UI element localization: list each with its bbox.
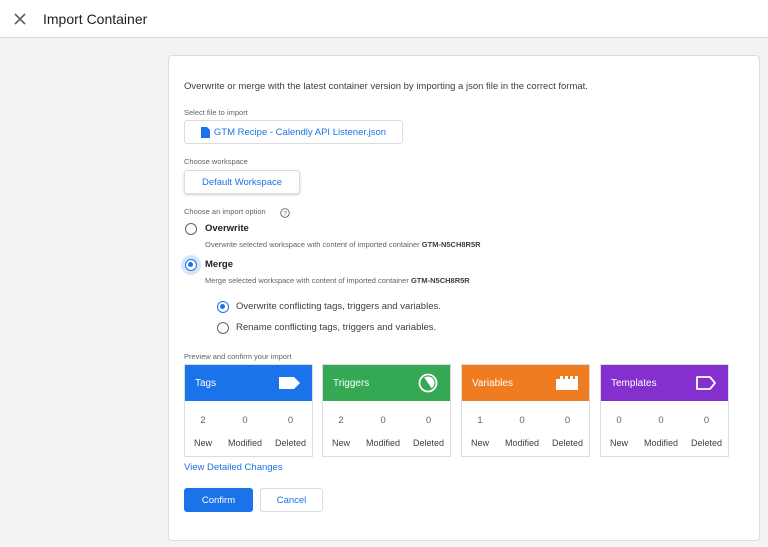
merge-radio[interactable] [185, 259, 197, 271]
rename-conflicts-label: Rename conflicting tags, triggers and va… [236, 322, 437, 333]
modified-label: Modified [643, 438, 678, 448]
close-icon [14, 13, 26, 25]
variables-new-count: 1 [477, 415, 483, 426]
import-card: Overwrite or merge with the latest conta… [168, 55, 760, 541]
svg-text:?: ? [283, 210, 287, 217]
tags-card-header: Tags [185, 365, 312, 401]
rename-conflicts-radio[interactable] [217, 322, 229, 334]
triggers-card-title: Triggers [333, 377, 370, 389]
overwrite-radio[interactable] [185, 223, 197, 235]
templates-deleted-count: 0 [703, 415, 710, 426]
variables-deleted-count: 0 [564, 415, 571, 426]
deleted-label: Deleted [551, 438, 583, 448]
templates-card-header: Templates [601, 365, 728, 401]
overwrite-description: Overwrite selected workspace with conten… [205, 240, 481, 249]
variables-summary-card: Variables 1 New 0 Modified 0 Deleted [461, 364, 590, 457]
new-label: New [609, 438, 628, 448]
trigger-icon [418, 373, 438, 393]
deleted-label: Deleted [412, 438, 444, 448]
tags-summary-card: Tags 2 New 0 Modified 0 Deleted [184, 364, 313, 457]
new-label: New [331, 438, 350, 448]
variables-card-header: Variables [462, 365, 589, 401]
intro-text: Overwrite or merge with the latest conta… [184, 81, 588, 92]
help-icon[interactable]: ? [280, 208, 290, 218]
tags-card-title: Tags [195, 377, 217, 389]
triggers-modified-count: 0 [380, 415, 386, 426]
triggers-summary-card: Triggers 2 New 0 Modified 0 Deleted [322, 364, 451, 457]
deleted-label: Deleted [274, 438, 306, 448]
templates-card-title: Templates [611, 377, 657, 389]
templates-modified-count: 0 [658, 415, 664, 426]
workspace-button[interactable]: Default Workspace [184, 170, 300, 194]
templates-icon [696, 376, 716, 390]
new-label: New [470, 438, 489, 448]
page-title: Import Container [43, 11, 148, 27]
cancel-button[interactable]: Cancel [260, 488, 323, 512]
tags-modified-count: 0 [242, 415, 248, 426]
variables-icon [556, 376, 578, 390]
triggers-deleted-count: 0 [425, 415, 432, 426]
templates-new-count: 0 [616, 415, 622, 426]
view-detailed-changes-link[interactable]: View Detailed Changes [184, 462, 283, 473]
new-label: New [193, 438, 212, 448]
tags-new-count: 2 [200, 415, 206, 426]
import-option-label: Choose an import option [184, 207, 266, 216]
workspace-label: Choose workspace [184, 157, 248, 166]
select-file-button[interactable]: GTM Recipe - Calendly API Listener.json [184, 120, 403, 144]
file-label: Select file to import [184, 108, 248, 117]
close-button[interactable] [10, 9, 30, 29]
overwrite-conflicts-radio[interactable] [217, 301, 229, 313]
tag-icon [279, 377, 300, 389]
file-icon [200, 126, 210, 138]
modified-label: Modified [504, 438, 539, 448]
modified-label: Modified [227, 438, 262, 448]
overwrite-title: Overwrite [205, 223, 249, 234]
overwrite-conflicts-label: Overwrite conflicting tags, triggers and… [236, 301, 441, 312]
top-bar: Import Container [0, 0, 768, 38]
triggers-new-count: 2 [338, 415, 344, 426]
templates-summary-card: Templates 0 New 0 Modified 0 Deleted [600, 364, 729, 457]
merge-title: Merge [205, 259, 233, 270]
tags-deleted-count: 0 [287, 415, 294, 426]
merge-description: Merge selected workspace with content of… [205, 276, 470, 285]
file-name: GTM Recipe - Calendly API Listener.json [213, 126, 387, 138]
deleted-label: Deleted [690, 438, 722, 448]
preview-label: Preview and confirm your import [184, 352, 292, 361]
variables-modified-count: 0 [519, 415, 525, 426]
confirm-button[interactable]: Confirm [184, 488, 253, 512]
variables-card-title: Variables [472, 377, 513, 389]
modified-label: Modified [365, 438, 400, 448]
triggers-card-header: Triggers [323, 365, 450, 401]
